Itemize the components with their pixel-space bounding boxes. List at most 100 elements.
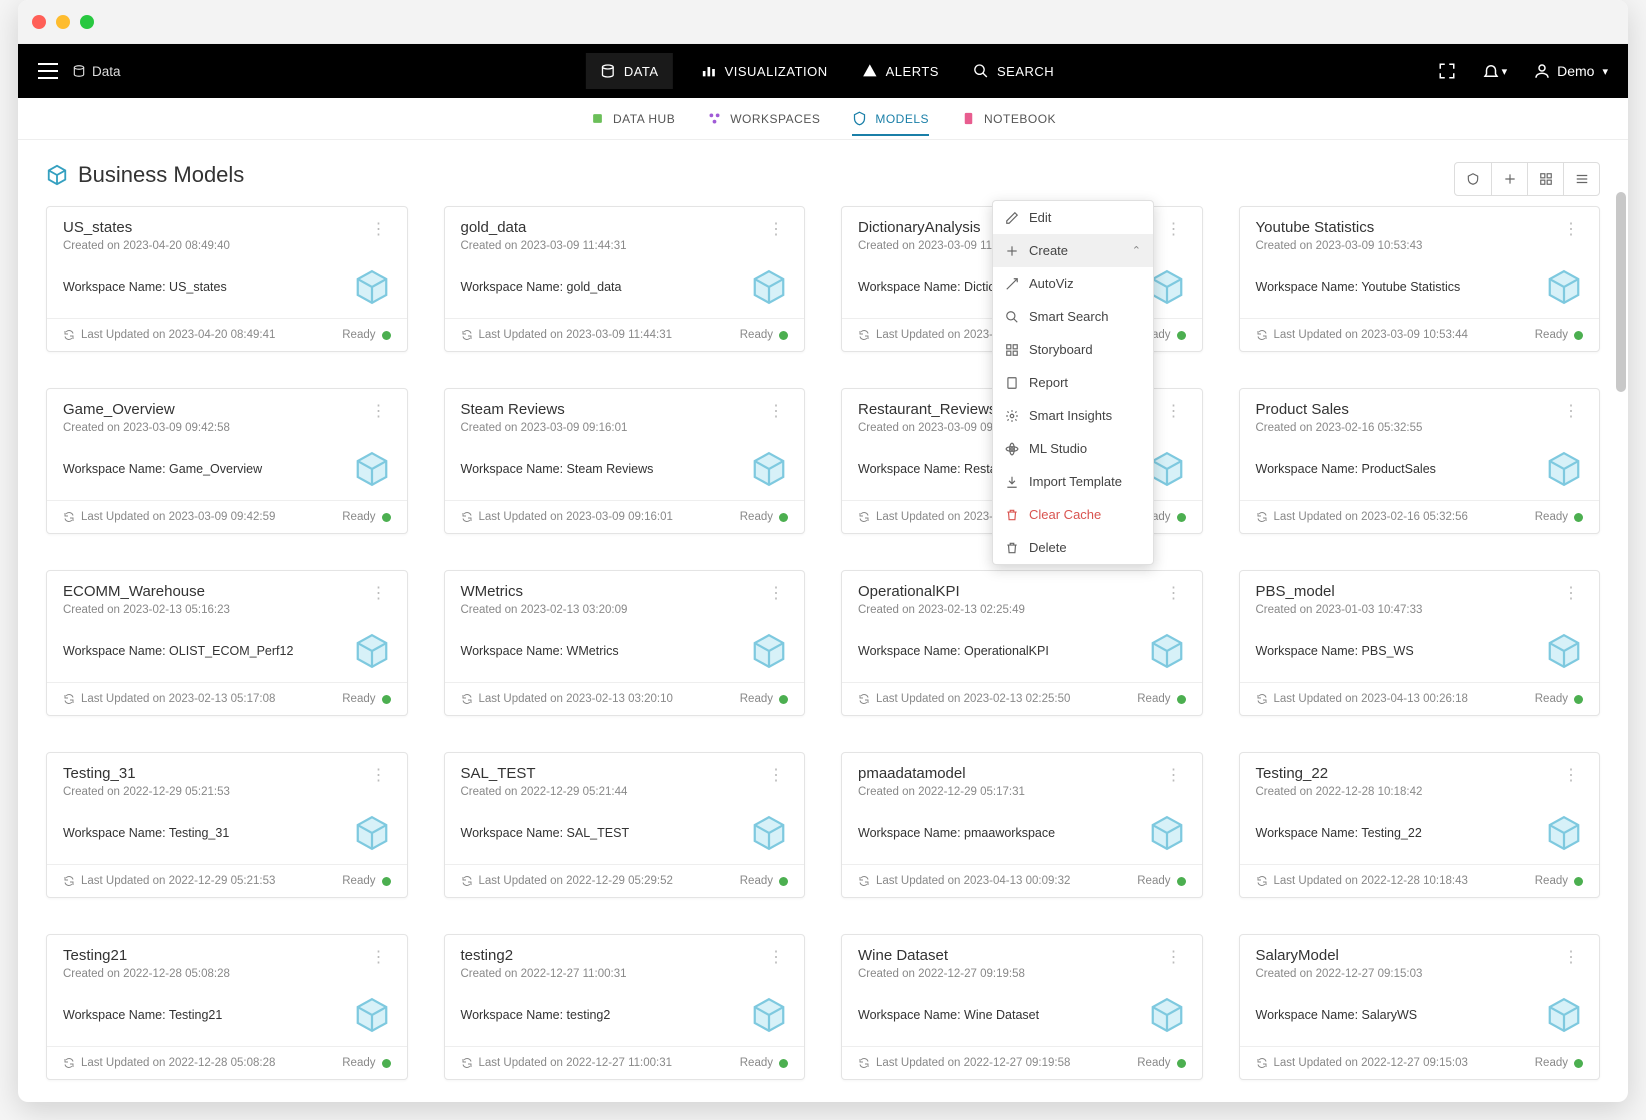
model-card[interactable]: Wine Dataset Created on 2022-12-27 09:19… — [841, 934, 1203, 1080]
menu-importtemplate[interactable]: Import Template — [993, 465, 1153, 498]
menu-smartsearch[interactable]: Smart Search — [993, 300, 1153, 333]
model-card[interactable]: Youtube Statistics Created on 2023-03-09… — [1239, 206, 1601, 352]
card-menu-button[interactable]: ⋮ — [1162, 583, 1186, 616]
card-body: Workspace Name: testing2 — [445, 986, 805, 1046]
chevron-down-icon: ▾ — [1602, 65, 1608, 78]
model-card[interactable]: gold_data Created on 2023-03-09 11:44:31… — [444, 206, 806, 352]
breadcrumb[interactable]: Data — [72, 64, 121, 79]
cube-icon — [1545, 268, 1583, 306]
last-updated: Last Updated on 2022-12-27 09:15:03 — [1256, 1057, 1468, 1069]
last-updated: Last Updated on 2022-12-27 09:19:58 — [858, 1057, 1070, 1069]
model-card[interactable]: PBS_model Created on 2023-01-03 10:47:33… — [1239, 570, 1601, 716]
cube-icon — [1545, 450, 1583, 488]
menu-create[interactable]: Create ⌃ — [993, 234, 1153, 267]
menu-clearcache[interactable]: Clear Cache — [993, 498, 1153, 531]
card-header: Product Sales Created on 2023-02-16 05:3… — [1240, 389, 1600, 440]
model-card[interactable]: Testing21 Created on 2022-12-28 05:08:28… — [46, 934, 408, 1080]
refresh-icon — [1256, 1057, 1268, 1069]
model-card[interactable]: SalaryModel Created on 2022-12-27 09:15:… — [1239, 934, 1601, 1080]
card-menu-button[interactable]: ⋮ — [367, 765, 391, 798]
subnav-workspaces[interactable]: WORKSPACES — [707, 101, 820, 136]
model-card[interactable]: SAL_TEST Created on 2022-12-29 05:21:44 … — [444, 752, 806, 898]
model-card[interactable]: Testing_22 Created on 2022-12-28 10:18:4… — [1239, 752, 1601, 898]
card-menu-button[interactable]: ⋮ — [1162, 947, 1186, 980]
card-menu-button[interactable]: ⋮ — [764, 947, 788, 980]
nav-visualization[interactable]: VISUALIZATION — [701, 63, 828, 79]
card-created: Created on 2023-03-09 09:16:01 — [461, 422, 628, 434]
model-card[interactable]: pmaadatamodel Created on 2022-12-29 05:1… — [841, 752, 1203, 898]
models-grid: US_states Created on 2023-04-20 08:49:40… — [46, 206, 1600, 1080]
model-card[interactable]: WMetrics Created on 2023-02-13 03:20:09 … — [444, 570, 806, 716]
fullscreen-button[interactable] — [1438, 62, 1456, 80]
menu-autoviz[interactable]: AutoViz — [993, 267, 1153, 300]
card-footer: Last Updated on 2023-02-13 03:20:10 Read… — [445, 682, 805, 715]
workspace-name: Workspace Name: SAL_TEST — [461, 826, 630, 840]
last-updated: Last Updated on 2023-02-13 03:20:10 — [461, 693, 673, 705]
menu-report[interactable]: Report — [993, 366, 1153, 399]
model-card[interactable]: ECOMM_Warehouse Created on 2023-02-13 05… — [46, 570, 408, 716]
subnav-models[interactable]: MODELS — [852, 101, 929, 136]
menu-smartinsights[interactable]: Smart Insights — [993, 399, 1153, 432]
model-card[interactable]: Testing_31 Created on 2022-12-29 05:21:5… — [46, 752, 408, 898]
subnav-notebook[interactable]: NOTEBOOK — [961, 101, 1056, 136]
model-card[interactable]: US_states Created on 2023-04-20 08:49:40… — [46, 206, 408, 352]
nav-data[interactable]: DATA — [586, 53, 673, 89]
refresh-icon — [461, 511, 473, 523]
card-title: SAL_TEST — [461, 765, 628, 782]
scrollbar[interactable] — [1616, 192, 1626, 392]
card-title: testing2 — [461, 947, 627, 964]
model-card[interactable]: OperationalKPI Created on 2023-02-13 02:… — [841, 570, 1203, 716]
card-menu-button[interactable]: ⋮ — [367, 583, 391, 616]
model-card[interactable]: testing2 Created on 2022-12-27 11:00:31 … — [444, 934, 806, 1080]
close-window-button[interactable] — [32, 15, 46, 29]
status-badge: Ready — [740, 875, 788, 887]
menu-toggle-button[interactable] — [38, 63, 58, 79]
filter-button[interactable] — [1455, 163, 1491, 195]
card-menu-button[interactable]: ⋮ — [367, 947, 391, 980]
last-updated: Last Updated on 2023-02-13 02:25:50 — [858, 693, 1070, 705]
model-card[interactable]: Steam Reviews Created on 2023-03-09 09:1… — [444, 388, 806, 534]
card-menu-button[interactable]: ⋮ — [1559, 765, 1583, 798]
top-nav-center: DATA VISUALIZATION ALERTS SEARCH — [592, 63, 1054, 79]
nav-alerts[interactable]: ALERTS — [862, 63, 939, 79]
status-badge: Ready — [740, 693, 788, 705]
card-created: Created on 2023-02-13 03:20:09 — [461, 604, 628, 616]
list-view-button[interactable] — [1563, 163, 1599, 195]
menu-edit[interactable]: Edit — [993, 201, 1153, 234]
card-menu-button[interactable]: ⋮ — [1162, 765, 1186, 798]
model-card[interactable]: Game_Overview Created on 2023-03-09 09:4… — [46, 388, 408, 534]
user-menu[interactable]: Demo ▾ — [1533, 62, 1608, 80]
refresh-icon — [461, 329, 473, 341]
subnav-datahub[interactable]: DATA HUB — [590, 101, 675, 136]
minimize-window-button[interactable] — [56, 15, 70, 29]
menu-mlstudio[interactable]: ML Studio — [993, 432, 1153, 465]
card-menu-button[interactable]: ⋮ — [367, 219, 391, 252]
card-menu-button[interactable]: ⋮ — [764, 401, 788, 434]
menu-delete[interactable]: Delete — [993, 531, 1153, 564]
status-badge: Ready — [1535, 693, 1583, 705]
card-footer: Last Updated on 2023-03-09 10:53:44 Read… — [1240, 318, 1600, 351]
card-header: Testing_31 Created on 2022-12-29 05:21:5… — [47, 753, 407, 804]
card-title: gold_data — [461, 219, 627, 236]
card-menu-button[interactable]: ⋮ — [764, 765, 788, 798]
card-menu-button[interactable]: ⋮ — [1162, 219, 1186, 252]
grid-view-button[interactable] — [1527, 163, 1563, 195]
last-updated: Last Updated on 2023-02-13 05:17:08 — [63, 693, 275, 705]
card-footer: Last Updated on 2023-02-16 05:32:56 Read… — [1240, 500, 1600, 533]
notifications-button[interactable]: ▾ — [1482, 62, 1508, 80]
card-footer: Last Updated on 2023-03-09 09:16:01 Read… — [445, 500, 805, 533]
card-menu-button[interactable]: ⋮ — [1559, 947, 1583, 980]
model-card[interactable]: Product Sales Created on 2023-02-16 05:3… — [1239, 388, 1601, 534]
menu-storyboard[interactable]: Storyboard — [993, 333, 1153, 366]
maximize-window-button[interactable] — [80, 15, 94, 29]
card-footer: Last Updated on 2023-02-13 02:25:50 Read… — [842, 682, 1202, 715]
card-menu-button[interactable]: ⋮ — [764, 219, 788, 252]
card-menu-button[interactable]: ⋮ — [1559, 583, 1583, 616]
card-menu-button[interactable]: ⋮ — [1559, 219, 1583, 252]
card-menu-button[interactable]: ⋮ — [367, 401, 391, 434]
card-menu-button[interactable]: ⋮ — [764, 583, 788, 616]
card-menu-button[interactable]: ⋮ — [1162, 401, 1186, 434]
nav-search[interactable]: SEARCH — [973, 63, 1054, 79]
add-button[interactable] — [1491, 163, 1527, 195]
card-menu-button[interactable]: ⋮ — [1559, 401, 1583, 434]
